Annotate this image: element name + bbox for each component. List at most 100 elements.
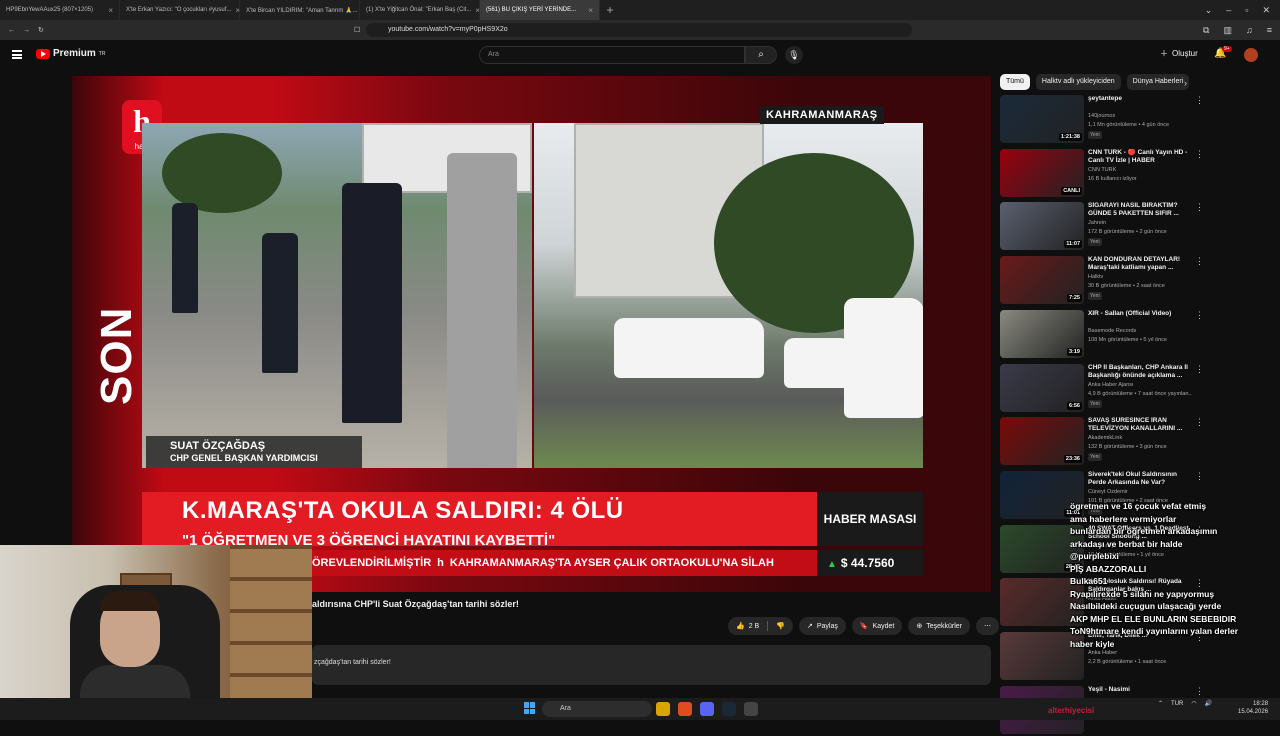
more-vert-icon[interactable]: ⋮ — [1195, 202, 1204, 213]
thumbs-down-icon[interactable]: 👎 — [776, 622, 785, 630]
recommendation-title[interactable]: CNN TÜRK - 🔴 Canlı Yayın HD - Canlı TV İ… — [1088, 149, 1192, 165]
bookmark-icon[interactable]: ☐ — [354, 26, 360, 34]
sidebar-icon[interactable]: ▥ — [1223, 25, 1232, 36]
system-clock[interactable]: 18:28 15.04.2026 — [1238, 700, 1268, 716]
avatar[interactable] — [1244, 48, 1258, 62]
more-vert-icon[interactable]: ⋮ — [1195, 310, 1204, 321]
more-vert-icon[interactable]: ⋮ — [1195, 364, 1204, 375]
recommendation-title[interactable]: KAN DONDURAN DETAYLAR! Maraş'taki katlia… — [1088, 256, 1192, 272]
recommendation-channel[interactable]: Jahrein — [1088, 220, 1192, 226]
language-indicator[interactable]: TUR — [1171, 701, 1183, 707]
create-button[interactable]: ＋ Oluştur — [1160, 48, 1198, 59]
chip-all[interactable]: Tümü — [1000, 74, 1030, 90]
steam-icon[interactable] — [722, 702, 736, 716]
minimize-icon[interactable]: – — [1226, 5, 1231, 16]
taskbar-search[interactable]: Ara — [542, 701, 652, 717]
forward-icon[interactable]: → — [23, 27, 30, 34]
recommendation-channel[interactable]: AkademikLink — [1088, 435, 1192, 441]
recommendation-item[interactable]: 7:25 KAN DONDURAN DETAYLAR! Maraş'taki ka… — [1000, 256, 1230, 306]
voice-search-icon[interactable]: 🎙 — [785, 46, 803, 64]
video-thumbnail[interactable]: 1:21:38 — [1000, 95, 1084, 143]
tab-list-icon[interactable]: ⌄ — [1205, 5, 1213, 16]
recommendation-channel[interactable]: 140journos — [1088, 113, 1192, 119]
like-button[interactable]: 👍 2 B 👎 — [728, 617, 793, 635]
duration-badge: CANLI — [1061, 186, 1082, 195]
video-thumbnail[interactable]: 3:19 — [1000, 309, 1084, 358]
stream-chat-overlay: ögretmen ve 16 çocuk vefat etmiş ama habe… — [1070, 500, 1280, 700]
search-button[interactable]: ⌕ — [745, 46, 777, 64]
taskbar-search-label: Ara — [560, 705, 571, 712]
obs-icon[interactable] — [744, 702, 758, 716]
new-tab-button[interactable]: + — [600, 3, 620, 17]
more-vert-icon[interactable]: ⋮ — [1195, 256, 1204, 267]
tray-chevron-icon[interactable]: ⌃ — [1158, 700, 1163, 707]
video-thumbnail[interactable]: 6:56 — [1000, 363, 1084, 412]
recommendation-item[interactable]: 1:21:38 şeytantepe 140journos 1,1 Mn görünt… — [1000, 95, 1230, 145]
recommendation-title[interactable]: CHP İl Başkanları, CHP Ankara İl Başkanl… — [1088, 364, 1192, 380]
wifi-icon[interactable]: ◠ — [1191, 700, 1196, 707]
video-player[interactable]: h halk SON DAKİKA KAHRAMANMARAŞ SUAT ÖZÇ… — [72, 76, 991, 592]
recommendation-item[interactable]: 23:36 SAVAŞ SÜRESİNCE İRAN TELEVİZYON KAN… — [1000, 417, 1230, 467]
video-thumbnail[interactable]: CANLI — [1000, 148, 1084, 197]
close-tab-icon[interactable]: × — [108, 6, 113, 15]
hamburger-menu-icon[interactable] — [12, 50, 22, 59]
more-vert-icon[interactable]: ⋮ — [1195, 95, 1204, 106]
recommendation-title[interactable]: SİGARAYI NASIL BIRAKTIM? GÜNDE 5 PAKETTE… — [1088, 202, 1192, 218]
recommendation-item[interactable]: 11:07 SİGARAYI NASIL BIRAKTIM? GÜNDE 5 PA… — [1000, 202, 1230, 252]
more-vert-icon[interactable]: ⋮ — [1195, 417, 1204, 428]
close-window-icon[interactable]: ✕ — [1262, 5, 1270, 16]
browser-tab-4[interactable]: (1) X'te Yiğitcan Önal: "Erkan Baş (Cit.… — [360, 0, 480, 20]
volume-icon[interactable]: 🔊 — [1205, 700, 1212, 707]
browser-tab-3[interactable]: X'te Bircan YILDIRIM: "Aman Tanrım 🙏...× — [240, 0, 360, 20]
recommendation-title[interactable]: şeytantepe — [1088, 95, 1192, 103]
reload-icon[interactable]: ↻ — [38, 26, 44, 34]
recommendation-channel[interactable]: Basemode Records — [1088, 328, 1192, 334]
recommendation-item[interactable]: 6:56 CHP İl Başkanları, CHP Ankara İl Baş… — [1000, 363, 1230, 414]
brave-browser-icon[interactable] — [678, 702, 692, 716]
search-input[interactable]: Ara — [479, 46, 745, 64]
save-button[interactable]: 🔖 Kaydet — [851, 617, 903, 635]
chat-message: ToN9htmare kendi yayınlarını yalan derle… — [1070, 626, 1239, 636]
music-icon[interactable]: ♫ — [1246, 25, 1253, 36]
recommendation-item[interactable]: CANLI CNN TÜRK - 🔴 Canlı Yayın HD - Canlı… — [1000, 148, 1230, 199]
duration-badge: 7:25 — [1066, 294, 1082, 303]
chip-world-news[interactable]: Dünya Haberleri — [1126, 74, 1190, 90]
share-button[interactable]: ↗ Paylaş — [798, 617, 846, 635]
recommendation-channel[interactable]: Cüneyt Özdemir — [1088, 489, 1192, 495]
video-thumbnail[interactable]: 7:25 — [1000, 256, 1084, 305]
description-box[interactable]: zçağdaş'tan tarihi sözler! — [312, 645, 991, 685]
browser-tab-active[interactable]: (561) BU ÇIKIŞ YERİ YERİNDE... × — [480, 0, 600, 20]
notification-badge: 9+ — [1222, 46, 1232, 52]
chip-uploader[interactable]: Halktv adlı yükleyiciden — [1035, 74, 1121, 90]
recommendation-title[interactable]: XIR - Sallan (Official Video) — [1088, 310, 1192, 318]
maximize-icon[interactable]: ▫ — [1245, 5, 1248, 16]
file-explorer-icon[interactable] — [656, 702, 670, 716]
related-filter-chips: Tümü Halktv adlı yükleyiciden Dünya Habe… — [1000, 74, 1190, 90]
more-actions-button[interactable]: ⋯ — [976, 617, 1000, 635]
back-icon[interactable]: ← — [8, 27, 15, 34]
window-controls: ⌄ – ▫ ✕ — [1205, 5, 1280, 16]
recommendation-item[interactable]: 3:19 XIR - Sallan (Official Video) Basemod… — [1000, 309, 1230, 360]
thanks-label: Teşekkürler — [926, 622, 963, 630]
close-tab-icon[interactable]: × — [588, 6, 593, 15]
url-field[interactable]: youtube.com/watch?v=myP0pHS9X2o — [366, 23, 912, 37]
browser-menu-icon[interactable]: ≡ — [1267, 25, 1272, 36]
recommendation-channel[interactable]: Halktv — [1088, 274, 1192, 280]
recommendation-title[interactable]: Siverek'teki Okul Saldırısının Perde Ark… — [1088, 471, 1192, 487]
video-thumbnail[interactable]: 11:07 — [1000, 202, 1084, 251]
browser-tab-1[interactable]: HP9EbnYewAAux25 (807×1205) × — [0, 0, 120, 20]
windows-start-icon[interactable] — [524, 702, 536, 714]
recommendation-title[interactable]: SAVAŞ SÜRESİNCE İRAN TELEVİZYON KANALLAR… — [1088, 417, 1192, 433]
chevron-right-icon[interactable]: › — [1184, 78, 1187, 88]
recommendation-channel[interactable]: CNN TÜRK — [1088, 167, 1192, 173]
youtube-logo[interactable]: Premium TR — [36, 48, 105, 59]
thanks-button[interactable]: ⊕ Teşekkürler — [908, 617, 971, 635]
extension-icon[interactable]: ⧉ — [1203, 25, 1209, 36]
discord-icon[interactable] — [700, 702, 714, 716]
chat-message: haber kiyle — [1070, 638, 1115, 649]
recommendation-channel[interactable]: Anka Haber Ajansı — [1088, 382, 1192, 388]
more-vert-icon[interactable]: ⋮ — [1195, 471, 1204, 482]
browser-tab-2[interactable]: X'te Erkan Yazıcı: "O çocukları #yusuf..… — [120, 0, 240, 20]
video-thumbnail[interactable]: 23:36 — [1000, 417, 1084, 466]
more-vert-icon[interactable]: ⋮ — [1195, 149, 1204, 160]
